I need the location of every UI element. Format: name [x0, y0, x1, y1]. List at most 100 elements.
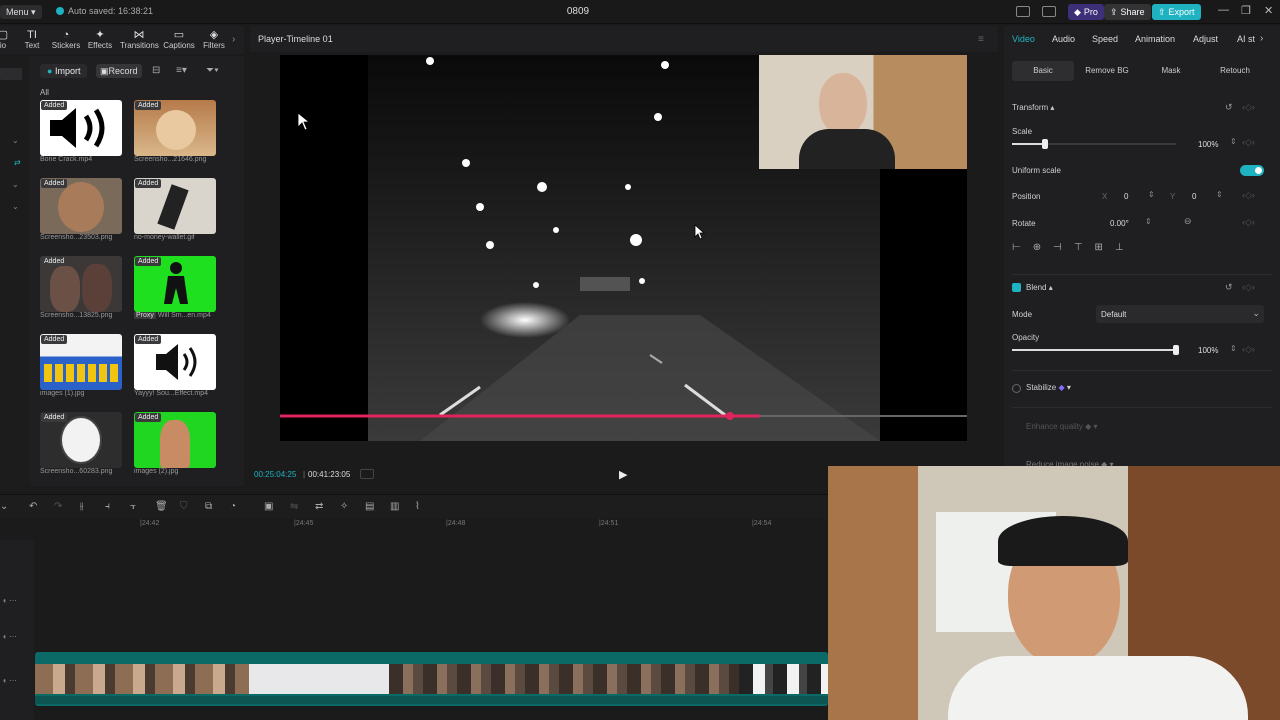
keyframe-icon[interactable]: ‹◇›	[1242, 137, 1255, 148]
tab-animation[interactable]: Animation	[1135, 34, 1175, 44]
split-right-icon[interactable]: ⫟	[130, 501, 136, 512]
transcribe-icon[interactable]: ▤	[365, 501, 374, 512]
magic-icon[interactable]: ✧	[340, 501, 348, 512]
chevron-down-icon[interactable]: ⌄	[12, 180, 19, 189]
export-button[interactable]: ⇧ Export	[1152, 4, 1201, 20]
tool-stickers[interactable]: ◔ Stickers	[47, 29, 85, 50]
position-x-input[interactable]: 0	[1124, 192, 1128, 201]
menu-icon[interactable]: ≡	[978, 34, 984, 45]
tool-effects[interactable]: ✦ Effects	[81, 29, 119, 50]
stepper-icon[interactable]: ⇕	[1230, 137, 1237, 146]
align-bottom-icon[interactable]: ⊥	[1115, 242, 1124, 253]
rail-item-local[interactable]	[0, 68, 22, 80]
opacity-value[interactable]: 100%	[1198, 346, 1218, 355]
rotate-input[interactable]: 0.00°	[1110, 219, 1129, 228]
media-item[interactable]: Added Bone Crack.mp4	[40, 100, 126, 163]
stepper-icon[interactable]: ⇕	[1145, 217, 1152, 226]
position-y-input[interactable]: 0	[1192, 192, 1196, 201]
align-right-icon[interactable]: ⊣	[1053, 242, 1062, 253]
tab-video[interactable]: Video	[1012, 34, 1035, 44]
tool-captions[interactable]: ▭ Captions	[160, 29, 198, 50]
stepper-icon[interactable]: ⇕	[1216, 190, 1223, 199]
opacity-slider[interactable]	[1012, 345, 1179, 355]
chevron-down-icon[interactable]: ⌄	[0, 501, 8, 512]
reverse-icon[interactable]: ⇄	[315, 501, 323, 512]
close-icon[interactable]: ✕	[1264, 4, 1273, 17]
media-item[interactable]: Added Screensho...13825.png	[40, 256, 126, 319]
tab-adjust[interactable]: Adjust	[1193, 34, 1218, 44]
media-item[interactable]: Added Screensho...23503.png	[40, 178, 126, 241]
opacity-slider-knob[interactable]	[1173, 345, 1179, 355]
subtab-retouch[interactable]: Retouch	[1204, 61, 1266, 81]
align-center-icon[interactable]: ⊕	[1033, 242, 1041, 253]
align-top-icon[interactable]: ⊤	[1074, 242, 1083, 253]
mode-select[interactable]: Default ⌄	[1096, 305, 1264, 323]
uniform-scale-toggle[interactable]	[1240, 165, 1264, 176]
media-item[interactable]: Added Proxy Will Sm...en.mp4	[134, 256, 220, 319]
maximize-icon[interactable]: ❐	[1241, 4, 1251, 17]
blend-checkbox[interactable]	[1012, 283, 1021, 292]
chevron-right-icon[interactable]: ›	[232, 34, 235, 45]
tab-audio[interactable]: Audio	[1052, 34, 1075, 44]
reset-icon[interactable]: ↺	[1225, 282, 1233, 293]
grid-view-icon[interactable]: ⊟	[152, 65, 160, 76]
media-item[interactable]: Added no-money-wallet.gif	[134, 178, 220, 241]
keyframe-icon[interactable]: ‹◇›	[1242, 102, 1255, 113]
speed-icon[interactable]: ◔	[230, 501, 236, 512]
keyframe-icon[interactable]: ‹◇›	[1242, 190, 1255, 201]
record-button[interactable]: ▣Record	[96, 64, 142, 78]
pro-button[interactable]: ◆ Pro	[1068, 4, 1104, 20]
stepper-icon[interactable]: ⇕	[1230, 344, 1237, 353]
subtab-remove-bg[interactable]: Remove BG	[1076, 61, 1138, 81]
media-item[interactable]: Added Screensho...60283.png	[40, 412, 126, 475]
align-middle-icon[interactable]: ⊞	[1095, 242, 1103, 253]
align-left-icon[interactable]: ⊢	[1012, 242, 1021, 253]
menu-button[interactable]: Menu ▾	[0, 5, 42, 19]
freeze-icon[interactable]: ▣	[264, 501, 273, 512]
link-icon[interactable]: ⇄	[14, 158, 21, 167]
media-item[interactable]: Added Yayyy! Sou...Effect.mp4	[134, 334, 220, 397]
chevron-down-icon[interactable]: ⌄	[12, 202, 19, 211]
crop-icon[interactable]: ⧉	[205, 501, 212, 512]
enhance-quality[interactable]: Enhance quality ◆ ▾	[1026, 422, 1098, 431]
stepper-icon[interactable]: ⇕	[1148, 190, 1155, 199]
scale-slider[interactable]	[1012, 139, 1176, 149]
video-preview[interactable]	[280, 55, 967, 441]
tool-transitions[interactable]: ⋈ Transitions	[120, 29, 159, 50]
minimize-icon[interactable]: —	[1218, 4, 1229, 16]
media-item[interactable]: Added images (1).jpg	[40, 334, 126, 397]
subtab-basic[interactable]: Basic	[1012, 61, 1074, 81]
tool-text[interactable]: TI Text	[13, 29, 51, 50]
shield-icon[interactable]: ⛉	[180, 501, 188, 512]
delete-icon[interactable]: 🗑	[155, 501, 168, 512]
sort-icon[interactable]: ≡▾	[176, 65, 187, 76]
reset-icon[interactable]: ↺	[1225, 102, 1233, 113]
keyboard-icon[interactable]	[1042, 6, 1056, 17]
tab-ai-style[interactable]: AI st	[1237, 34, 1255, 44]
keyframe-icon[interactable]: ‹◇›	[1242, 217, 1255, 228]
chevron-down-icon[interactable]: ⌄	[12, 136, 19, 145]
tab-speed[interactable]: Speed	[1092, 34, 1118, 44]
media-item[interactable]: Added images (2).jpg	[134, 412, 220, 475]
keyframe-icon[interactable]: ‹◇›	[1242, 344, 1255, 355]
screen-icon[interactable]: ▥	[390, 501, 399, 512]
audio-track-icon[interactable]: ◖ ⋯	[2, 596, 17, 605]
play-icon[interactable]: ▶	[619, 468, 627, 481]
timeline-view-icon[interactable]	[360, 469, 374, 479]
import-button[interactable]: ● Import	[40, 64, 88, 78]
rotate-dial-icon[interactable]: ⊖	[1184, 216, 1192, 227]
filter-icon[interactable]: ⏷▾	[206, 65, 219, 76]
tool-filters[interactable]: ◈ Filters	[195, 29, 233, 50]
chevron-right-icon[interactable]: ›	[1260, 33, 1263, 44]
video-clip-strip[interactable]	[35, 652, 828, 706]
stabilize-checkbox[interactable]	[1012, 384, 1021, 393]
video-track-icon[interactable]: ◖ ⋯	[2, 676, 17, 685]
subtab-mask[interactable]: Mask	[1140, 61, 1202, 81]
split-left-icon[interactable]: ⫞	[105, 501, 110, 512]
share-button[interactable]: ⇪ Share	[1104, 4, 1151, 20]
keyframe-icon[interactable]: ‹◇›	[1242, 282, 1255, 293]
mirror-icon[interactable]: ⇋	[290, 501, 298, 512]
audio-track-icon[interactable]: ◖ ⋯	[2, 632, 17, 641]
scale-value[interactable]: 100%	[1198, 140, 1218, 149]
split-icon[interactable]: ⫲	[80, 501, 83, 512]
